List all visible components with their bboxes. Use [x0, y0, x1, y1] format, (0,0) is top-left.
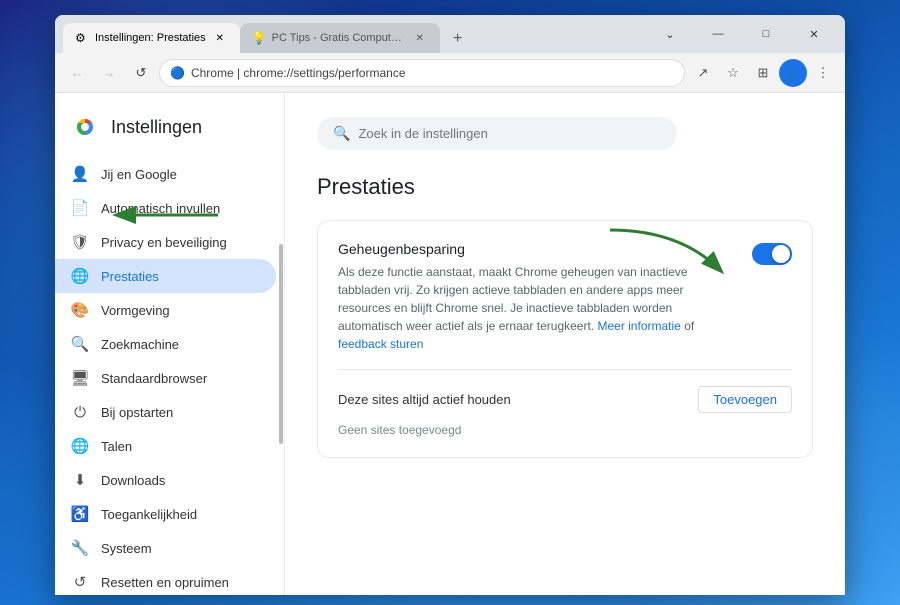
bookmark-button[interactable]: ☆: [719, 59, 747, 87]
maximize-button[interactable]: □: [743, 18, 789, 50]
appearance-icon: 🎨: [71, 301, 89, 319]
sidebar-item-bij-opstarten-label: Bij opstarten: [101, 405, 173, 420]
sidebar-item-vormgeving-label: Vormgeving: [101, 303, 170, 318]
meer-informatie-link[interactable]: Meer informatie: [597, 319, 680, 333]
sidebar-header: Instellingen: [55, 101, 284, 157]
tab-pctips-close[interactable]: ✕: [412, 30, 428, 46]
sidebar-item-resetten[interactable]: ↺ Resetten en opruimen: [55, 565, 276, 595]
sidebar-item-automatisch-invullen[interactable]: 📄 Automatisch invullen: [55, 191, 276, 225]
pctips-tab-icon: 💡: [252, 31, 266, 45]
privacy-icon: 🛡: [71, 233, 89, 251]
sidebar-item-toegankelijkheid[interactable]: ♿ Toegankelijkheid: [55, 497, 276, 531]
sidebar-item-zoekmachine-label: Zoekmachine: [101, 337, 179, 352]
divider: [338, 369, 792, 370]
share-button[interactable]: ↗: [689, 59, 717, 87]
sidebar-item-zoekmachine[interactable]: 🔍 Zoekmachine: [55, 327, 276, 361]
sidebar-item-prestaties-label: Prestaties: [101, 269, 159, 284]
tab-pctips[interactable]: 💡 PC Tips - Gratis Computer Tips... ✕: [240, 23, 440, 53]
toolbar-actions: ↗ ☆ ⊞ 👤 ⋮: [689, 59, 837, 87]
toolbar: ← → ↺ 🔵 Chrome | chrome://settings/perfo…: [55, 53, 845, 93]
always-active-sites-row: Deze sites altijd actief houden Toevoege…: [338, 386, 792, 413]
search-bar[interactable]: 🔍: [317, 117, 677, 150]
profile-button[interactable]: 👤: [779, 59, 807, 87]
tab-settings[interactable]: ⚙ Instellingen: Prestaties ✕: [63, 23, 240, 53]
person-icon: 👤: [71, 165, 89, 183]
search-icon: 🔍: [333, 125, 350, 142]
browser-window: ⚙ Instellingen: Prestaties ✕ 💡 PC Tips -…: [55, 15, 845, 595]
sidebar-item-talen-label: Talen: [101, 439, 132, 454]
sidebar-item-talen[interactable]: 🌐 Talen: [55, 429, 276, 463]
memory-saver-description: Als deze functie aanstaat, maakt Chrome …: [338, 263, 736, 353]
performance-icon: 🌐: [71, 267, 89, 285]
sidebar-item-automatisch-invullen-label: Automatisch invullen: [101, 201, 220, 216]
sidebar-item-bij-opstarten[interactable]: ⏻ Bij opstarten: [55, 395, 276, 429]
memory-saver-title: Geheugenbesparing: [338, 241, 736, 257]
link-separator: of: [684, 319, 694, 333]
tab-area: ⚙ Instellingen: Prestaties ✕ 💡 PC Tips -…: [55, 15, 639, 53]
address-text: Chrome | chrome://settings/performance: [191, 66, 406, 80]
memory-saver-card: Geheugenbesparing Als deze functie aanst…: [317, 220, 813, 458]
back-button[interactable]: ←: [63, 59, 91, 87]
tab-settings-label: Instellingen: Prestaties: [95, 32, 206, 44]
sidebar-item-prestaties[interactable]: 🌐 Prestaties: [55, 259, 276, 293]
sidebar-item-downloads[interactable]: ⬇ Downloads: [55, 463, 276, 497]
sidebar-item-toegankelijkheid-label: Toegankelijkheid: [101, 507, 197, 522]
sidebar-item-jij-en-google-label: Jij en Google: [101, 167, 177, 182]
sidebar-item-privacy-label: Privacy en beveiliging: [101, 235, 227, 250]
sidebar-item-standaardbrowser-label: Standaardbrowser: [101, 371, 207, 386]
default-browser-icon: 🖥: [71, 369, 89, 387]
forward-button[interactable]: →: [95, 59, 123, 87]
sidebar-item-downloads-label: Downloads: [101, 473, 165, 488]
languages-icon: 🌐: [71, 437, 89, 455]
settings-tab-icon: ⚙: [75, 31, 89, 45]
tab-pctips-label: PC Tips - Gratis Computer Tips...: [272, 32, 406, 44]
startup-icon: ⏻: [71, 403, 89, 421]
minimize-button[interactable]: —: [695, 18, 741, 50]
search-engine-icon: 🔍: [71, 335, 89, 353]
search-input[interactable]: [358, 126, 661, 141]
settings-main: 🔍 Prestaties Geheugenbesparing Als deze …: [285, 93, 845, 595]
autofill-icon: 📄: [71, 199, 89, 217]
sidebar: Instellingen 👤 Jij en Google 📄 Automatis…: [55, 93, 285, 595]
scrollbar-thumb[interactable]: [279, 244, 283, 445]
extensions-button[interactable]: ⊞: [749, 59, 777, 87]
title-bar: ⚙ Instellingen: Prestaties ✕ 💡 PC Tips -…: [55, 15, 845, 53]
page-title: Prestaties: [317, 174, 813, 200]
tab-settings-close[interactable]: ✕: [212, 30, 228, 46]
scrollbar-track[interactable]: [278, 93, 284, 595]
toggle-knob: [772, 245, 790, 263]
feedback-sturen-link[interactable]: feedback sturen: [338, 337, 423, 351]
sidebar-item-systeem[interactable]: 🔧 Systeem: [55, 531, 276, 565]
sidebar-item-systeem-label: Systeem: [101, 541, 152, 556]
menu-button[interactable]: ⋮: [809, 59, 837, 87]
sidebar-item-privacy-en-beveiliging[interactable]: 🛡 Privacy en beveiliging: [55, 225, 276, 259]
chrome-logo: [71, 113, 99, 141]
security-icon: 🔵: [170, 66, 185, 80]
no-sites-text: Geen sites toegevoegd: [338, 423, 792, 437]
new-tab-button[interactable]: +: [444, 25, 472, 53]
address-bar[interactable]: 🔵 Chrome | chrome://settings/performance: [159, 59, 685, 87]
tab-dropdown-button[interactable]: ⌄: [647, 18, 693, 50]
downloads-icon: ⬇: [71, 471, 89, 489]
content-area: Instellingen 👤 Jij en Google 📄 Automatis…: [55, 93, 845, 595]
memory-saver-info: Geheugenbesparing Als deze functie aanst…: [338, 241, 736, 353]
accessibility-icon: ♿: [71, 505, 89, 523]
window-controls: ⌄ — □ ✕: [639, 15, 845, 53]
system-icon: 🔧: [71, 539, 89, 557]
close-button[interactable]: ✕: [791, 18, 837, 50]
sidebar-item-resetten-label: Resetten en opruimen: [101, 575, 229, 590]
always-active-label: Deze sites altijd actief houden: [338, 392, 511, 407]
reload-button[interactable]: ↺: [127, 59, 155, 87]
sidebar-item-jij-en-google[interactable]: 👤 Jij en Google: [55, 157, 276, 191]
memory-saver-row: Geheugenbesparing Als deze functie aanst…: [338, 241, 792, 353]
sidebar-item-vormgeving[interactable]: 🎨 Vormgeving: [55, 293, 276, 327]
sidebar-nav: 👤 Jij en Google 📄 Automatisch invullen 🛡…: [55, 157, 284, 595]
add-site-button[interactable]: Toevoegen: [698, 386, 792, 413]
sidebar-item-standaardbrowser[interactable]: 🖥 Standaardbrowser: [55, 361, 276, 395]
sidebar-title: Instellingen: [111, 117, 202, 138]
reset-icon: ↺: [71, 573, 89, 591]
memory-saver-toggle[interactable]: [752, 243, 792, 265]
